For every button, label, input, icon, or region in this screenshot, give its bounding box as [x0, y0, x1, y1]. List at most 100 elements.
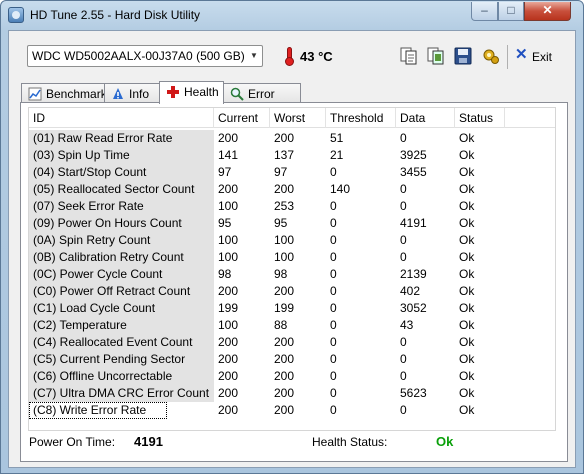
drive-select[interactable]: WDC WD5002AALX-00J37A0 (500 GB) ▼ — [27, 45, 263, 67]
copy-text-icon[interactable] — [399, 46, 419, 66]
cell-status: Ok — [459, 369, 475, 383]
health-status-value: Ok — [436, 434, 454, 449]
tab-benchmark[interactable]: Benchmark — [21, 83, 107, 103]
cell-threshold: 0 — [330, 369, 337, 383]
cell-attribute-id: (C5) Current Pending Sector — [29, 351, 214, 368]
save-icon[interactable] — [453, 46, 473, 66]
cell-current: 100 — [218, 233, 239, 247]
cell-threshold: 0 — [330, 199, 337, 213]
cell-worst: 200 — [274, 182, 295, 196]
cell-current: 141 — [218, 148, 239, 162]
table-row[interactable]: (C7) Ultra DMA CRC Error Count 200 200 0 562… — [29, 385, 555, 402]
hd-tune-app-icon — [8, 7, 24, 23]
cell-current: 200 — [218, 182, 239, 196]
cell-worst: 88 — [274, 318, 288, 332]
status-footer: Power On Time: 4191 Health Status: Ok — [20, 429, 568, 455]
window-title: HD Tune 2.55 - Hard Disk Utility — [30, 8, 201, 22]
cell-data: 0 — [400, 335, 407, 349]
cell-attribute-id: (C4) Reallocated Event Count — [29, 334, 214, 351]
cell-worst: 100 — [274, 233, 295, 247]
cell-attribute-id: (03) Spin Up Time — [29, 147, 214, 164]
table-row[interactable]: (0B) Calibration Retry Count 100 100 0 0 Ok — [29, 249, 555, 266]
table-row[interactable]: (03) Spin Up Time 141 137 21 3925 Ok — [29, 147, 555, 164]
table-row[interactable]: (C0) Power Off Retract Count 200 200 0 402 Ok — [29, 283, 555, 300]
cell-attribute-id: (C8) Write Error Rate — [29, 402, 167, 419]
cell-attribute-id: (05) Reallocated Sector Count — [29, 181, 214, 198]
maximize-button[interactable]: □ — [498, 2, 524, 21]
cell-current: 200 — [218, 131, 239, 145]
cell-data: 4191 — [400, 216, 427, 230]
table-row[interactable]: (09) Power On Hours Count 95 95 0 4191 Ok — [29, 215, 555, 232]
cell-attribute-id: (0A) Spin Retry Count — [29, 232, 214, 249]
minimize-button[interactable]: – — [471, 2, 498, 21]
table-row[interactable]: (C4) Reallocated Event Count 200 200 0 0 Ok — [29, 334, 555, 351]
smart-attributes-table[interactable]: ID Current Worst Threshold Data Status (… — [28, 107, 556, 431]
health-panel: ID Current Worst Threshold Data Status (… — [20, 102, 568, 462]
cell-current: 200 — [218, 369, 239, 383]
column-header-data[interactable]: Data — [396, 108, 455, 128]
tab-error-scan[interactable]: Error Scan — [223, 83, 301, 115]
cell-attribute-id: (04) Start/Stop Count — [29, 164, 214, 181]
cell-data: 402 — [400, 284, 421, 298]
cell-worst: 95 — [274, 216, 288, 230]
cell-status: Ok — [459, 250, 475, 264]
cell-current: 200 — [218, 352, 239, 366]
tab-health[interactable]: Health — [159, 81, 224, 104]
cell-attribute-id: (C6) Offline Uncorrectable — [29, 368, 214, 385]
cell-attribute-id: (09) Power On Hours Count — [29, 215, 214, 232]
table-row[interactable]: (0C) Power Cycle Count 98 98 0 2139 Ok — [29, 266, 555, 283]
options-icon[interactable] — [481, 46, 501, 66]
table-row[interactable]: (04) Start/Stop Count 97 97 0 3455 Ok — [29, 164, 555, 181]
table-row[interactable]: (C2) Temperature 100 88 0 43 Ok — [29, 317, 555, 334]
health-status-label: Health Status: — [312, 435, 388, 449]
cell-current: 200 — [218, 335, 239, 349]
info-icon — [113, 88, 123, 99]
table-row[interactable]: (07) Seek Error Rate 100 253 0 0 Ok — [29, 198, 555, 215]
exit-button[interactable]: Exit — [532, 50, 552, 64]
column-header-id[interactable]: ID — [29, 108, 214, 128]
cell-current: 98 — [218, 267, 232, 281]
cell-data: 0 — [400, 352, 407, 366]
cell-status: Ok — [459, 148, 475, 162]
cell-data: 0 — [400, 182, 407, 196]
table-row[interactable]: (C1) Load Cycle Count 199 199 0 3052 Ok — [29, 300, 555, 317]
table-row[interactable]: (C5) Current Pending Sector 200 200 0 0 Ok — [29, 351, 555, 368]
cell-current: 100 — [218, 318, 239, 332]
cell-current: 200 — [218, 386, 239, 400]
benchmark-icon — [28, 87, 42, 101]
table-row[interactable]: (05) Reallocated Sector Count 200 200 140 0 O… — [29, 181, 555, 198]
tab-info[interactable]: Info — [104, 83, 160, 103]
table-row[interactable]: (0A) Spin Retry Count 100 100 0 0 Ok — [29, 232, 555, 249]
column-header-current[interactable]: Current — [214, 108, 270, 128]
column-header-worst[interactable]: Worst — [270, 108, 326, 128]
cell-current: 95 — [218, 216, 232, 230]
exit-icon[interactable]: ✕ — [515, 45, 528, 63]
table-header: ID Current Worst Threshold Data Status — [29, 108, 555, 128]
column-header-threshold[interactable]: Threshold — [326, 108, 396, 128]
cell-threshold: 0 — [330, 165, 337, 179]
cell-data: 0 — [400, 233, 407, 247]
cell-current: 199 — [218, 301, 239, 315]
table-row[interactable]: (C8) Write Error Rate 200 200 0 0 Ok — [29, 402, 555, 419]
cell-current: 97 — [218, 165, 232, 179]
cell-threshold: 0 — [330, 250, 337, 264]
magnifier-icon — [230, 87, 244, 101]
cell-status: Ok — [459, 335, 475, 349]
drive-select-value: WDC WD5002AALX-00J37A0 (500 GB) — [32, 49, 245, 63]
chevron-down-icon[interactable]: ▼ — [246, 46, 262, 66]
health-cross-icon — [167, 86, 179, 98]
table-row[interactable]: (01) Raw Read Error Rate 200 200 51 0 Ok — [29, 130, 555, 147]
close-button[interactable]: ✕ — [524, 2, 571, 21]
cell-data: 0 — [400, 250, 407, 264]
column-header-status[interactable]: Status — [455, 108, 505, 128]
cell-threshold: 0 — [330, 386, 337, 400]
cell-status: Ok — [459, 267, 475, 281]
tab-info-label: Info — [129, 87, 150, 101]
cell-threshold: 0 — [330, 318, 337, 332]
copy-screenshot-icon[interactable] — [426, 46, 446, 66]
cell-threshold: 0 — [330, 284, 337, 298]
title-bar[interactable]: HD Tune 2.55 - Hard Disk Utility – □ ✕ — [1, 1, 583, 29]
cell-current: 100 — [218, 199, 239, 213]
table-row[interactable]: (C6) Offline Uncorrectable 200 200 0 0 Ok — [29, 368, 555, 385]
cell-worst: 200 — [274, 369, 295, 383]
